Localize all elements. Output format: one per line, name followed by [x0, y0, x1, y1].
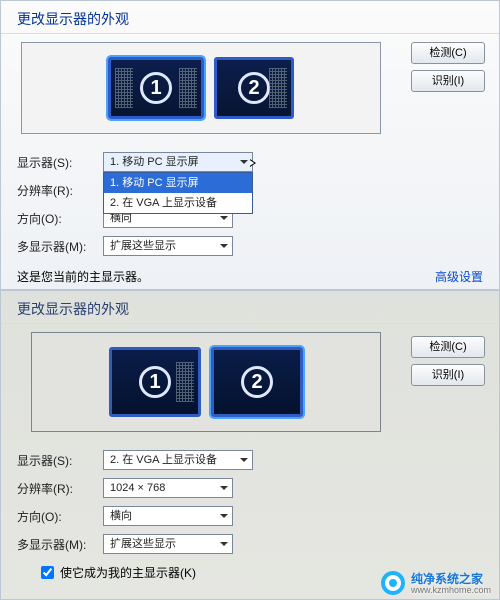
orientation-label: 方向(O):	[17, 210, 103, 227]
monitor-1-number: 1	[139, 366, 171, 398]
display-dropdown-value: 2. 在 VGA 上显示设备	[110, 454, 217, 466]
page-title: 更改显示器的外观	[1, 1, 499, 34]
multi-dropdown[interactable]: 扩展这些显示	[103, 534, 233, 554]
identify-button[interactable]: 识别(I)	[411, 364, 485, 386]
monitor-2[interactable]: 2	[214, 57, 294, 119]
orientation-dropdown-value: 横向	[110, 510, 132, 522]
monitor-arrangement[interactable]: 1 2	[31, 332, 381, 432]
display-label: 显示器(S):	[17, 154, 103, 171]
advanced-settings-link[interactable]: 高级设置	[435, 268, 483, 285]
resolution-label: 分辨率(R):	[17, 182, 103, 199]
multi-label: 多显示器(M):	[17, 536, 103, 553]
identify-button[interactable]: 识别(I)	[411, 70, 485, 92]
display-option-2[interactable]: 2. 在 VGA 上显示设备	[104, 193, 252, 213]
multi-dropdown-value: 扩展这些显示	[110, 240, 176, 252]
primary-display-note: 这是您当前的主显示器。	[17, 268, 149, 285]
cursor-icon	[250, 159, 256, 167]
resolution-dropdown[interactable]: 1024 × 768	[103, 478, 233, 498]
display-option-1[interactable]: 1. 移动 PC 显示屏	[104, 173, 252, 193]
watermark: 纯净系统之家 www.kzmhome.com	[381, 570, 491, 595]
watermark-url: www.kzmhome.com	[411, 585, 491, 595]
display-dropdown[interactable]: 2. 在 VGA 上显示设备	[103, 450, 253, 470]
monitor-2-number: 2	[241, 366, 273, 398]
watermark-logo-icon	[381, 571, 405, 595]
detect-button[interactable]: 检测(C)	[411, 42, 485, 64]
make-primary-checkbox[interactable]	[41, 566, 54, 579]
multi-label: 多显示器(M):	[17, 238, 103, 255]
monitor-1[interactable]: 1	[108, 57, 204, 119]
display-dropdown-list: 1. 移动 PC 显示屏 2. 在 VGA 上显示设备	[103, 172, 253, 214]
page-title: 更改显示器的外观	[1, 291, 499, 324]
display-dropdown-value: 1. 移动 PC 显示屏	[110, 156, 199, 168]
monitor-2-number: 2	[238, 72, 270, 104]
resolution-dropdown-value: 1024 × 768	[110, 482, 165, 494]
resolution-label: 分辨率(R):	[17, 480, 103, 497]
monitor-1-number: 1	[140, 72, 172, 104]
orientation-label: 方向(O):	[17, 508, 103, 525]
monitor-1[interactable]: 1	[109, 347, 201, 417]
detect-button[interactable]: 检测(C)	[411, 336, 485, 358]
orientation-dropdown[interactable]: 横向	[103, 506, 233, 526]
make-primary-label: 使它成为我的主显示器(K)	[60, 564, 196, 581]
multi-dropdown[interactable]: 扩展这些显示	[103, 236, 233, 256]
display-label: 显示器(S):	[17, 452, 103, 469]
monitor-arrangement[interactable]: 1 2	[21, 42, 381, 134]
multi-dropdown-value: 扩展这些显示	[110, 538, 176, 550]
display-dropdown[interactable]: 1. 移动 PC 显示屏 1. 移动 PC 显示屏 2. 在 VGA 上显示设备	[103, 152, 253, 172]
monitor-2[interactable]: 2	[211, 347, 303, 417]
